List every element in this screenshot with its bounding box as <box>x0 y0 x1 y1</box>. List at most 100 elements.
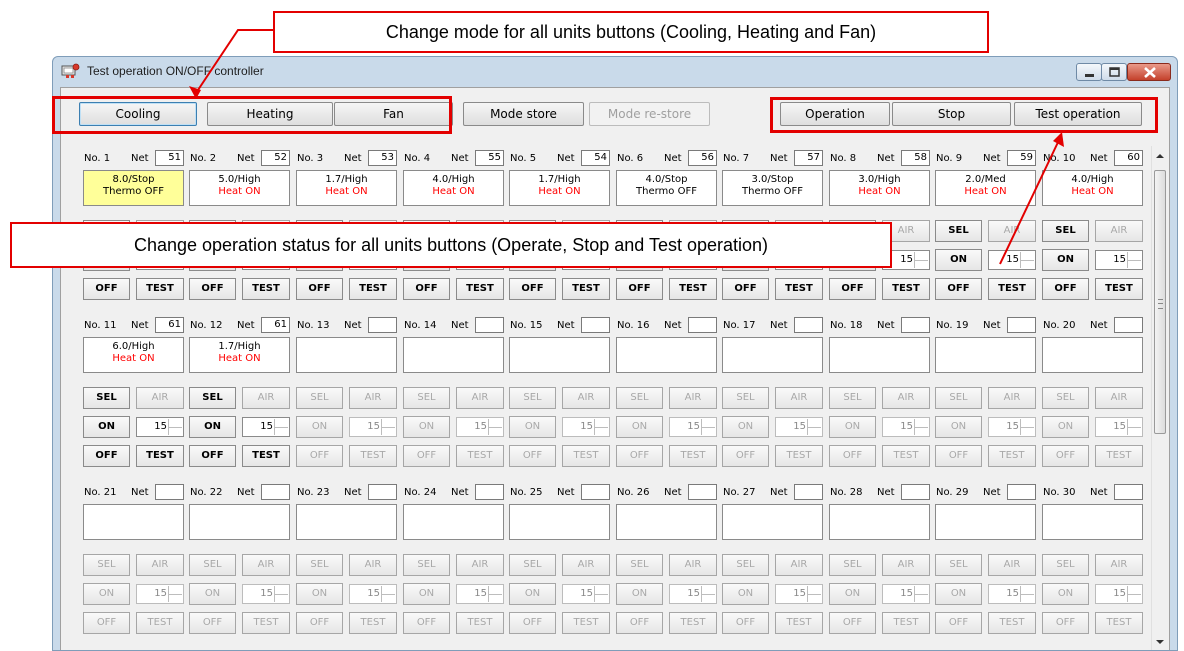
net-address-field[interactable] <box>1007 317 1036 333</box>
net-address-field[interactable] <box>581 484 610 500</box>
spin-arrows-icon[interactable] <box>381 419 395 435</box>
test-button[interactable]: TEST <box>1095 445 1143 467</box>
test-button[interactable]: TEST <box>349 278 397 300</box>
net-address-field[interactable]: 53 <box>368 150 397 166</box>
timer-stepper[interactable]: 15 <box>882 584 930 604</box>
net-address-field[interactable]: 51 <box>155 150 184 166</box>
spin-arrows-icon[interactable] <box>381 586 395 602</box>
air-button[interactable]: AIR <box>562 554 610 576</box>
off-button[interactable]: OFF <box>403 445 450 467</box>
maximize-icon[interactable] <box>1101 63 1127 81</box>
off-button[interactable]: OFF <box>83 278 130 300</box>
net-address-field[interactable] <box>475 484 504 500</box>
timer-stepper[interactable]: 15 <box>242 417 290 437</box>
off-button[interactable]: OFF <box>935 278 982 300</box>
timer-stepper[interactable]: 15 <box>988 584 1036 604</box>
scroll-thumb[interactable] <box>1154 170 1166 434</box>
off-button[interactable]: OFF <box>83 445 130 467</box>
off-button[interactable]: OFF <box>296 445 343 467</box>
off-button[interactable]: OFF <box>189 612 236 634</box>
net-address-field[interactable]: 61 <box>155 317 184 333</box>
spin-arrows-icon[interactable] <box>168 419 182 435</box>
on-button[interactable]: ON <box>829 583 876 605</box>
net-address-field[interactable] <box>1114 317 1143 333</box>
air-button[interactable]: AIR <box>136 387 184 409</box>
timer-stepper[interactable]: 15 <box>669 584 717 604</box>
test-button[interactable]: TEST <box>562 278 610 300</box>
sel-button[interactable]: SEL <box>189 554 236 576</box>
timer-stepper[interactable]: 15 <box>562 417 610 437</box>
sel-button[interactable]: SEL <box>935 554 982 576</box>
on-button[interactable]: ON <box>935 583 982 605</box>
on-button[interactable]: ON <box>722 583 769 605</box>
air-button[interactable]: AIR <box>1095 554 1143 576</box>
test-button[interactable]: TEST <box>1095 612 1143 634</box>
spin-arrows-icon[interactable] <box>914 252 928 268</box>
test-button[interactable]: TEST <box>669 612 717 634</box>
timer-stepper[interactable]: 15 <box>1095 250 1143 270</box>
net-address-field[interactable]: 55 <box>475 150 504 166</box>
net-address-field[interactable] <box>475 317 504 333</box>
test-button[interactable]: TEST <box>136 278 184 300</box>
net-address-field[interactable] <box>901 484 930 500</box>
on-button[interactable]: ON <box>509 583 556 605</box>
off-button[interactable]: OFF <box>722 612 769 634</box>
test-button[interactable]: TEST <box>775 445 823 467</box>
on-button[interactable]: ON <box>509 416 556 438</box>
on-button[interactable]: ON <box>296 583 343 605</box>
spin-arrows-icon[interactable] <box>168 586 182 602</box>
spin-arrows-icon[interactable] <box>914 586 928 602</box>
sel-button[interactable]: SEL <box>935 220 982 242</box>
test-button[interactable]: TEST <box>456 612 504 634</box>
sel-button[interactable]: SEL <box>722 387 769 409</box>
sel-button[interactable]: SEL <box>83 554 130 576</box>
sel-button[interactable]: SEL <box>616 387 663 409</box>
test-button[interactable]: TEST <box>882 445 930 467</box>
air-button[interactable]: AIR <box>882 554 930 576</box>
sel-button[interactable]: SEL <box>403 554 450 576</box>
test-button[interactable]: TEST <box>882 278 930 300</box>
net-address-field[interactable]: 60 <box>1114 150 1143 166</box>
spin-arrows-icon[interactable] <box>914 419 928 435</box>
air-button[interactable]: AIR <box>775 554 823 576</box>
timer-stepper[interactable]: 15 <box>136 584 184 604</box>
off-button[interactable]: OFF <box>829 612 876 634</box>
timer-stepper[interactable]: 15 <box>988 417 1036 437</box>
on-button[interactable]: ON <box>935 249 982 271</box>
test-button[interactable]: TEST <box>669 278 717 300</box>
sel-button[interactable]: SEL <box>509 554 556 576</box>
on-button[interactable]: ON <box>83 416 130 438</box>
timer-stepper[interactable]: 15 <box>1095 584 1143 604</box>
sel-button[interactable]: SEL <box>829 387 876 409</box>
test-button[interactable]: TEST <box>242 445 290 467</box>
test-button[interactable]: TEST <box>775 278 823 300</box>
mode-store-button[interactable]: Mode store <box>463 102 584 126</box>
sel-button[interactable]: SEL <box>935 387 982 409</box>
on-button[interactable]: ON <box>1042 583 1089 605</box>
sel-button[interactable]: SEL <box>1042 387 1089 409</box>
off-button[interactable]: OFF <box>509 445 556 467</box>
timer-stepper[interactable]: 15 <box>136 417 184 437</box>
timer-stepper[interactable]: 15 <box>988 250 1036 270</box>
net-address-field[interactable] <box>1114 484 1143 500</box>
sel-button[interactable]: SEL <box>1042 554 1089 576</box>
off-button[interactable]: OFF <box>189 278 236 300</box>
on-button[interactable]: ON <box>829 416 876 438</box>
net-address-field[interactable] <box>688 317 717 333</box>
off-button[interactable]: OFF <box>1042 612 1089 634</box>
mode-restore-button[interactable]: Mode re-store <box>589 102 710 126</box>
off-button[interactable]: OFF <box>829 445 876 467</box>
spin-arrows-icon[interactable] <box>274 419 288 435</box>
test-button[interactable]: TEST <box>988 278 1036 300</box>
test-button[interactable]: TEST <box>1095 278 1143 300</box>
test-button[interactable]: TEST <box>349 612 397 634</box>
on-button[interactable]: ON <box>1042 249 1089 271</box>
air-button[interactable]: AIR <box>1095 220 1143 242</box>
off-button[interactable]: OFF <box>403 278 450 300</box>
net-address-field[interactable]: 61 <box>261 317 290 333</box>
timer-stepper[interactable]: 15 <box>669 417 717 437</box>
timer-stepper[interactable]: 15 <box>1095 417 1143 437</box>
title-bar[interactable]: Test operation ON/OFF controller <box>53 57 1177 87</box>
net-address-field[interactable] <box>794 484 823 500</box>
test-button[interactable]: TEST <box>242 612 290 634</box>
